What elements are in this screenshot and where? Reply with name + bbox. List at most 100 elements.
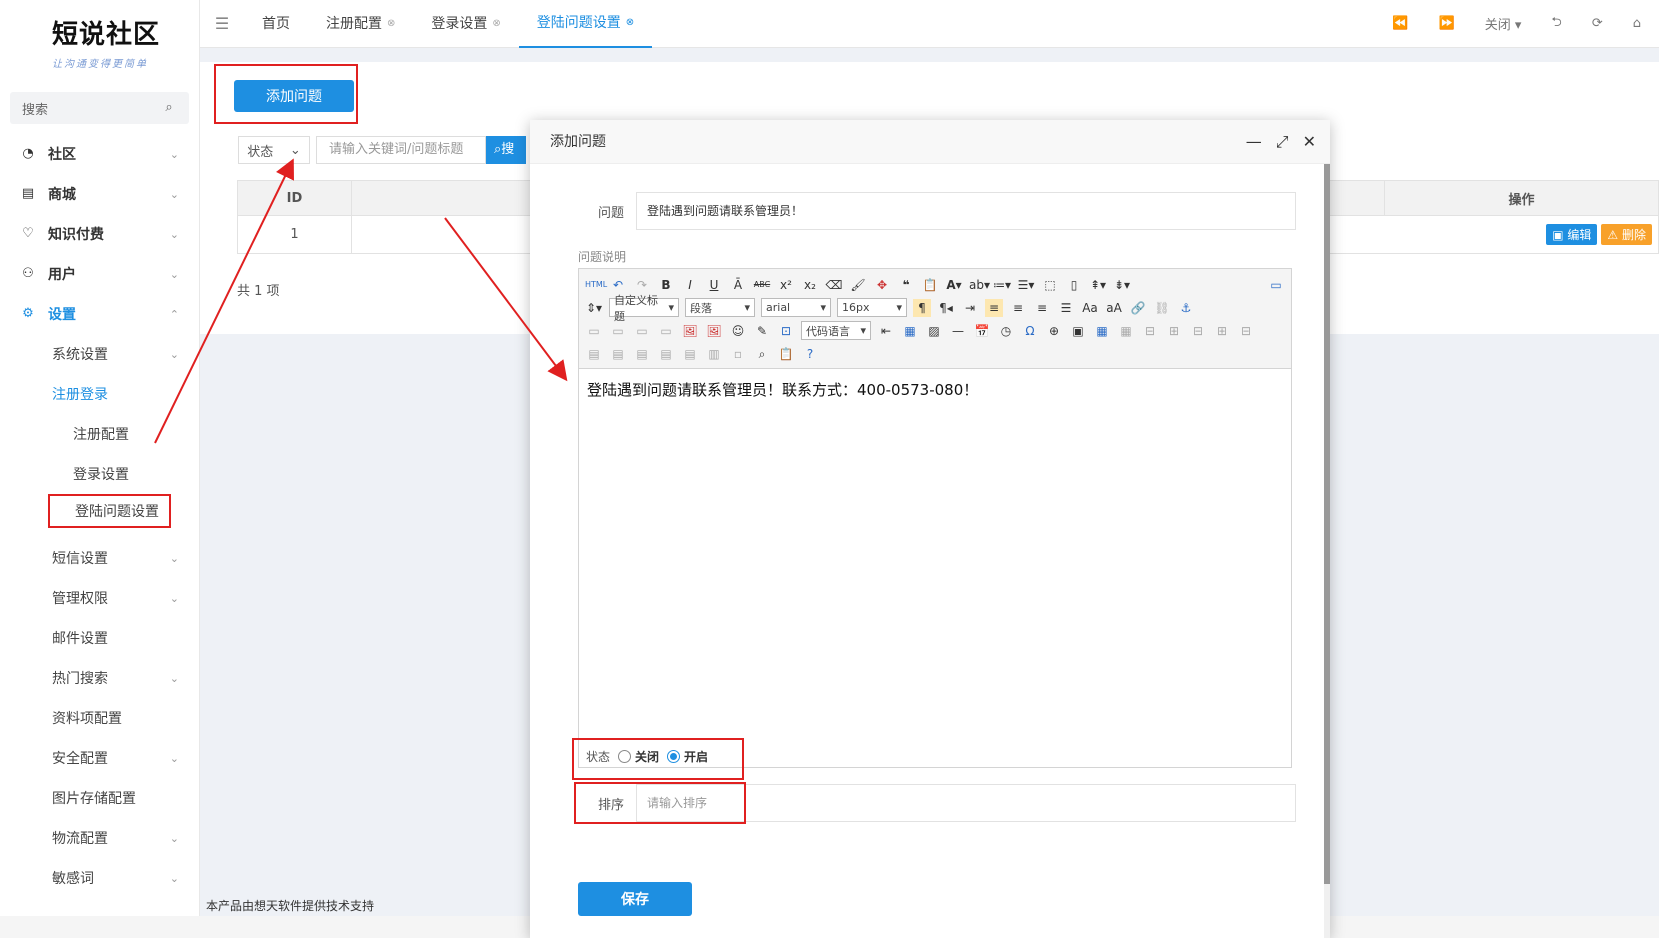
keyword-input[interactable]: 请输入关键词/问题标题: [316, 136, 486, 164]
superscript-icon[interactable]: x²: [777, 276, 795, 294]
chart-icon[interactable]: ▫: [729, 345, 747, 363]
search-replace-icon[interactable]: ⌕: [753, 345, 771, 363]
editor-content[interactable]: 登陆遇到问题请联系管理员！联系方式：400-0573-080！: [579, 369, 1291, 410]
insert-image-icon[interactable]: 🖼: [681, 322, 699, 340]
tab-register-config[interactable]: 注册配置 ⊗: [308, 0, 413, 48]
sidebar-subsub-register-config[interactable]: 注册配置: [0, 414, 199, 454]
horizontal-rule-icon[interactable]: —: [949, 322, 967, 340]
ordered-list-icon[interactable]: ≔▾: [993, 276, 1011, 294]
template-icon[interactable]: ▦: [901, 322, 919, 340]
sidebar-sub-security[interactable]: 安全配置 ⌄: [0, 738, 199, 778]
preview-icon[interactable]: ▭: [1267, 276, 1285, 294]
image-right-icon[interactable]: ▭: [633, 322, 651, 340]
unlink-icon[interactable]: ⛓: [1153, 299, 1171, 317]
blockquote-icon[interactable]: ❝: [897, 276, 915, 294]
sidebar-sub-image-storage[interactable]: 图片存储配置: [0, 778, 199, 818]
tab-login-settings[interactable]: 登录设置 ⊗: [413, 0, 518, 48]
close-icon[interactable]: ✕: [1303, 120, 1316, 164]
sidebar-item-shop[interactable]: ▤ 商城 ⌄: [0, 174, 199, 214]
merge-right-icon[interactable]: ▤: [609, 345, 627, 363]
font-border-icon[interactable]: Ā: [729, 276, 747, 294]
merge-down-icon[interactable]: ▤: [633, 345, 651, 363]
sidebar-item-settings[interactable]: ⚙ 设置 ⌃: [0, 294, 199, 334]
uppercase-icon[interactable]: Aa: [1081, 299, 1099, 317]
split-cells-icon[interactable]: ▤: [657, 345, 675, 363]
font-family-select[interactable]: arial ▾: [761, 298, 831, 317]
status-select[interactable]: 状态 ⌄: [238, 136, 310, 164]
sidebar-subsub-login-settings[interactable]: 登录设置: [0, 454, 199, 494]
tab-login-question[interactable]: 登陆问题设置 ⊗: [518, 0, 653, 48]
subscript-icon[interactable]: x₂: [801, 276, 819, 294]
ltr-icon[interactable]: ¶: [913, 298, 931, 317]
close-icon[interactable]: ⊗: [387, 0, 395, 48]
strikethrough-icon[interactable]: ABC: [753, 276, 771, 294]
italic-icon[interactable]: I: [681, 276, 699, 294]
row-spacing-bottom-icon[interactable]: ⇟▾: [1113, 276, 1131, 294]
image-none-icon[interactable]: ▭: [585, 322, 603, 340]
font-color-icon[interactable]: A▾: [945, 276, 963, 294]
sidebar-subsub-login-question[interactable]: 登陆问题设置: [48, 494, 171, 528]
line-height-icon[interactable]: ⇕▾: [585, 299, 603, 317]
delete-table-icon[interactable]: ▦: [1117, 322, 1135, 340]
html-source-icon[interactable]: HTML: [585, 276, 607, 294]
menu-toggle-icon[interactable]: ☰: [200, 14, 244, 33]
sidebar-sub-register-login[interactable]: 注册登录: [0, 374, 199, 414]
back-icon[interactable]: ⮌: [1551, 13, 1561, 35]
background-icon[interactable]: ▨: [925, 322, 943, 340]
sidebar-sub-hot-search[interactable]: 热门搜索 ⌄: [0, 658, 199, 698]
date-icon[interactable]: 📅: [973, 322, 991, 340]
align-justify-icon[interactable]: ☰: [1057, 299, 1075, 317]
close-menu[interactable]: 关闭 ▾: [1485, 14, 1522, 33]
help-icon[interactable]: ?: [801, 345, 819, 363]
close-icon[interactable]: ⊗: [626, 0, 634, 47]
image-center-icon[interactable]: ▭: [657, 322, 675, 340]
align-right-icon[interactable]: ≡: [1033, 299, 1051, 317]
sidebar-sub-system[interactable]: 系统设置 ⌄: [0, 334, 199, 374]
underline-icon[interactable]: U: [705, 276, 723, 294]
page-break-icon[interactable]: ⇤: [877, 322, 895, 340]
paste-plain-icon[interactable]: 📋: [921, 276, 939, 294]
align-center-icon[interactable]: ≡: [1009, 299, 1027, 317]
font-size-select[interactable]: 16px ▾: [837, 298, 907, 317]
question-input[interactable]: 登陆遇到问题请联系管理员！: [636, 192, 1296, 230]
sidebar-item-users[interactable]: ⚇ 用户 ⌄: [0, 254, 199, 294]
split-cols-icon[interactable]: ▥: [705, 345, 723, 363]
custom-title-select[interactable]: 自定义标题 ▾: [609, 294, 679, 323]
maximize-icon[interactable]: ⤢: [1276, 120, 1289, 164]
merge-cells-icon[interactable]: ▤: [585, 345, 603, 363]
sidebar-sub-sms[interactable]: 短信设置 ⌄: [0, 538, 199, 578]
edit-button[interactable]: ▣ 编辑: [1546, 224, 1598, 245]
highlight-icon[interactable]: ab▾: [969, 276, 990, 294]
prev-tab-icon[interactable]: ⏪: [1392, 16, 1408, 31]
unordered-list-icon[interactable]: ☰▾: [1017, 276, 1035, 294]
lowercase-icon[interactable]: aA: [1105, 299, 1123, 317]
sidebar-item-knowledge[interactable]: ♡ 知识付费 ⌄: [0, 214, 199, 254]
align-left-icon[interactable]: ≡: [985, 298, 1003, 317]
save-button[interactable]: 保存: [578, 882, 692, 916]
map-icon[interactable]: ⊕: [1045, 322, 1063, 340]
emoticon-icon[interactable]: ☺: [729, 322, 747, 340]
clear-doc-icon[interactable]: ▯: [1065, 276, 1083, 294]
close-icon[interactable]: ⊗: [492, 0, 500, 48]
scrawl-icon[interactable]: ✎: [753, 322, 771, 340]
delete-col-icon[interactable]: ⊟: [1237, 322, 1255, 340]
image-left-icon[interactable]: ▭: [609, 322, 627, 340]
insert-frame-icon[interactable]: ⊡: [777, 322, 795, 340]
sidebar-item-community[interactable]: ◔ 社区 ⌄: [0, 134, 199, 174]
indent-icon[interactable]: ⇥: [961, 299, 979, 317]
special-chars-icon[interactable]: Ω: [1021, 322, 1039, 340]
sidebar-sub-profile-config[interactable]: 资料项配置: [0, 698, 199, 738]
draft-icon[interactable]: 📋: [777, 345, 795, 363]
insert-row-icon[interactable]: ⊞: [1165, 322, 1183, 340]
split-rows-icon[interactable]: ▤: [681, 345, 699, 363]
home-icon[interactable]: ⌂: [1633, 16, 1641, 31]
select-all-icon[interactable]: ⬚: [1041, 276, 1059, 294]
row-spacing-top-icon[interactable]: ⇞▾: [1089, 276, 1107, 294]
sidebar-sub-permissions[interactable]: 管理权限 ⌄: [0, 578, 199, 618]
minimize-icon[interactable]: —: [1246, 120, 1262, 164]
eraser-icon[interactable]: ⌫: [825, 276, 843, 294]
rtl-icon[interactable]: ¶◂: [937, 299, 955, 317]
insert-paragraph-icon[interactable]: ⊟: [1141, 322, 1159, 340]
delete-row-icon[interactable]: ⊟: [1189, 322, 1207, 340]
wordimage-icon[interactable]: ▣: [1069, 322, 1087, 340]
